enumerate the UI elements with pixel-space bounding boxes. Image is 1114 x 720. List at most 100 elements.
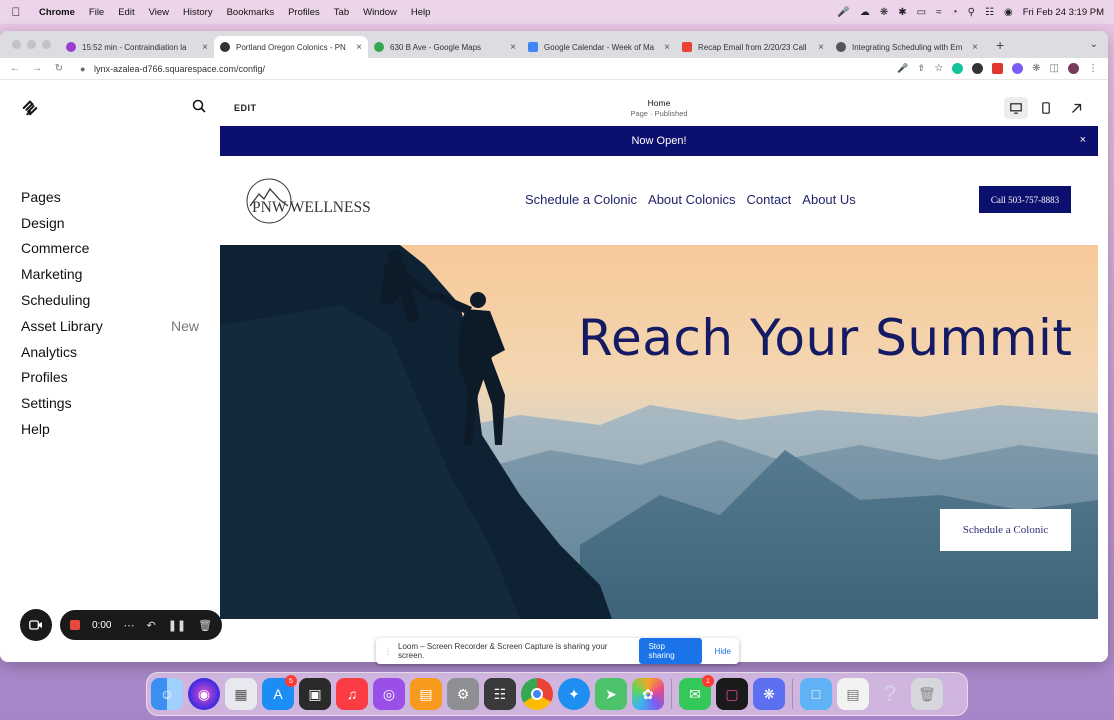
help-icon[interactable]: ? xyxy=(874,678,906,710)
site-nav-about-colonics[interactable]: About Colonics xyxy=(648,192,735,207)
site-preview[interactable]: Now Open! × PNW WELLNESS Schedule a Colo… xyxy=(220,126,1098,650)
wifi-icon[interactable]: ≈ xyxy=(936,7,942,18)
search-icon[interactable]: ⚲ xyxy=(968,7,975,18)
bluetooth-icon[interactable]: ✱ xyxy=(898,7,906,18)
mobile-view-button[interactable] xyxy=(1034,97,1058,119)
perplexity-icon[interactable]: ❋ xyxy=(753,678,785,710)
nav-scheduling[interactable]: Scheduling xyxy=(21,287,199,313)
browser-tab[interactable]: 630 B Ave - Google Maps × xyxy=(368,36,522,58)
extension-red-icon[interactable] xyxy=(992,63,1004,74)
stop-recording-button[interactable] xyxy=(70,620,80,630)
close-tab-icon[interactable]: × xyxy=(356,42,362,53)
menu-edit[interactable]: Edit xyxy=(111,7,141,18)
forward-icon[interactable]: → xyxy=(26,63,48,74)
close-window-button[interactable] xyxy=(12,40,21,49)
menu-history[interactable]: History xyxy=(176,7,220,18)
site-nav-about-us[interactable]: About Us xyxy=(802,192,855,207)
back-icon[interactable]: ← xyxy=(4,63,26,74)
puzzle-icon[interactable]: ❋ xyxy=(880,7,888,18)
extension-grammarly-icon[interactable] xyxy=(952,63,964,74)
nav-marketing[interactable]: Marketing xyxy=(21,261,199,287)
url-field[interactable]: ● lynx-azalea-d766.squarespace.com/confi… xyxy=(80,64,265,74)
open-site-button[interactable] xyxy=(1064,97,1088,119)
announcement-bar[interactable]: Now Open! × xyxy=(220,126,1098,156)
menu-app-name[interactable]: Chrome xyxy=(32,7,82,18)
screen-time-icon[interactable]: ◔ xyxy=(952,7,958,18)
siri-icon[interactable]: ◉ xyxy=(188,678,220,710)
siri-icon[interactable]: ◉ xyxy=(1004,7,1013,18)
app-store-icon[interactable]: A5 xyxy=(262,675,297,710)
new-tab-icon[interactable]: + xyxy=(996,37,1004,53)
pause-icon[interactable]: ❚❚ xyxy=(168,619,186,632)
close-tab-icon[interactable]: × xyxy=(972,42,978,53)
squarespace-logo-icon[interactable] xyxy=(21,99,39,117)
hide-button[interactable]: Hide xyxy=(715,647,731,656)
stop-sharing-button[interactable]: Stop sharing xyxy=(639,638,702,664)
menu-profiles[interactable]: Profiles xyxy=(281,7,327,18)
close-tab-icon[interactable]: × xyxy=(202,42,208,53)
messages-icon[interactable]: ✉ 1 xyxy=(679,675,714,710)
restart-icon[interactable]: ↶ xyxy=(146,619,155,632)
calculator-icon[interactable]: ☷ xyxy=(484,678,516,710)
bookmark-star-icon[interactable]: ☆ xyxy=(934,63,943,74)
nav-asset-library[interactable]: Asset Library New xyxy=(21,313,199,339)
brand-logo[interactable]: PNW WELLNESS xyxy=(246,176,376,226)
books-icon[interactable]: ▤ xyxy=(410,678,442,710)
podcasts-icon[interactable]: ◎ xyxy=(373,678,405,710)
drag-handle-icon[interactable]: ⋮ xyxy=(384,647,392,656)
control-center-icon[interactable]: ☷ xyxy=(985,7,994,18)
nav-settings[interactable]: Settings xyxy=(21,390,199,416)
trash-icon[interactable]: 🗑 xyxy=(198,619,212,632)
browser-tab[interactable]: Recap Email from 2/20/23 Call × xyxy=(676,36,830,58)
menu-view[interactable]: View xyxy=(142,7,176,18)
more-menu-icon[interactable]: ⋮ xyxy=(1088,63,1098,74)
menu-tab[interactable]: Tab xyxy=(327,7,356,18)
nav-commerce[interactable]: Commerce xyxy=(21,236,199,262)
folder-icon[interactable]: □ xyxy=(800,678,832,710)
creative-cloud-icon[interactable]: ☁ xyxy=(860,7,870,18)
finder-icon[interactable]: ☺ xyxy=(151,678,183,710)
search-icon[interactable] xyxy=(192,99,206,113)
battery-icon[interactable]: ▭ xyxy=(917,7,926,18)
nav-help[interactable]: Help xyxy=(21,416,199,442)
close-tab-icon[interactable]: × xyxy=(664,42,670,53)
call-button[interactable]: Call 503-757-8883 xyxy=(979,186,1071,213)
extension-purple-icon[interactable] xyxy=(1012,63,1024,74)
browser-tab-active[interactable]: Portland Oregon Colonics - PN × xyxy=(214,36,368,58)
close-tab-icon[interactable]: × xyxy=(818,42,824,53)
apple-menu-icon[interactable]:  xyxy=(0,5,32,19)
zoom-window-button[interactable] xyxy=(42,40,51,49)
share-icon[interactable]: ⇧ xyxy=(918,63,926,74)
side-panel-icon[interactable]: ◫ xyxy=(1050,63,1059,74)
hero-title[interactable]: Reach Your Summit xyxy=(578,309,1072,367)
profile-avatar[interactable] xyxy=(1068,63,1079,74)
browser-tab[interactable]: Google Calendar - Week of Ma × xyxy=(522,36,676,58)
browser-tab[interactable]: 15:52 min - Contraindiation la × xyxy=(60,36,214,58)
menu-help[interactable]: Help xyxy=(404,7,438,18)
extension-dark-icon[interactable] xyxy=(972,63,984,74)
photos-icon[interactable]: ✿ xyxy=(632,678,664,710)
maps-icon[interactable]: ➤ xyxy=(595,678,627,710)
music-icon[interactable]: ♫ xyxy=(336,678,368,710)
browser-tab[interactable]: Integrating Scheduling with Em × xyxy=(830,36,984,58)
loom-camera-button[interactable] xyxy=(20,609,52,641)
desktop-view-button[interactable] xyxy=(1004,97,1028,119)
launchpad-icon[interactable]: ▦ xyxy=(225,678,257,710)
extensions-puzzle-icon[interactable]: ❋ xyxy=(1032,63,1040,74)
mission-control-icon[interactable]: ▣ xyxy=(299,678,331,710)
chrome-icon[interactable] xyxy=(521,678,553,710)
nav-analytics[interactable]: Analytics xyxy=(21,339,199,365)
site-nav-schedule[interactable]: Schedule a Colonic xyxy=(525,192,637,207)
screen-recorder-icon[interactable]: ▢ xyxy=(716,678,748,710)
trash-icon[interactable]: 🗑 xyxy=(911,678,943,710)
safari-icon[interactable]: ✦ xyxy=(558,678,590,710)
nav-profiles[interactable]: Profiles xyxy=(21,365,199,391)
drag-handle-icon[interactable]: ⋯ xyxy=(123,619,134,632)
reload-icon[interactable]: ↻ xyxy=(48,63,70,74)
nav-pages[interactable]: Pages xyxy=(21,184,199,210)
menu-file[interactable]: File xyxy=(82,7,111,18)
nav-design[interactable]: Design xyxy=(21,210,199,236)
tab-search-chevron-icon[interactable]: ⌄ xyxy=(1090,39,1098,50)
mic-icon[interactable]: 🎤 xyxy=(897,63,908,74)
close-tab-icon[interactable]: × xyxy=(510,42,516,53)
